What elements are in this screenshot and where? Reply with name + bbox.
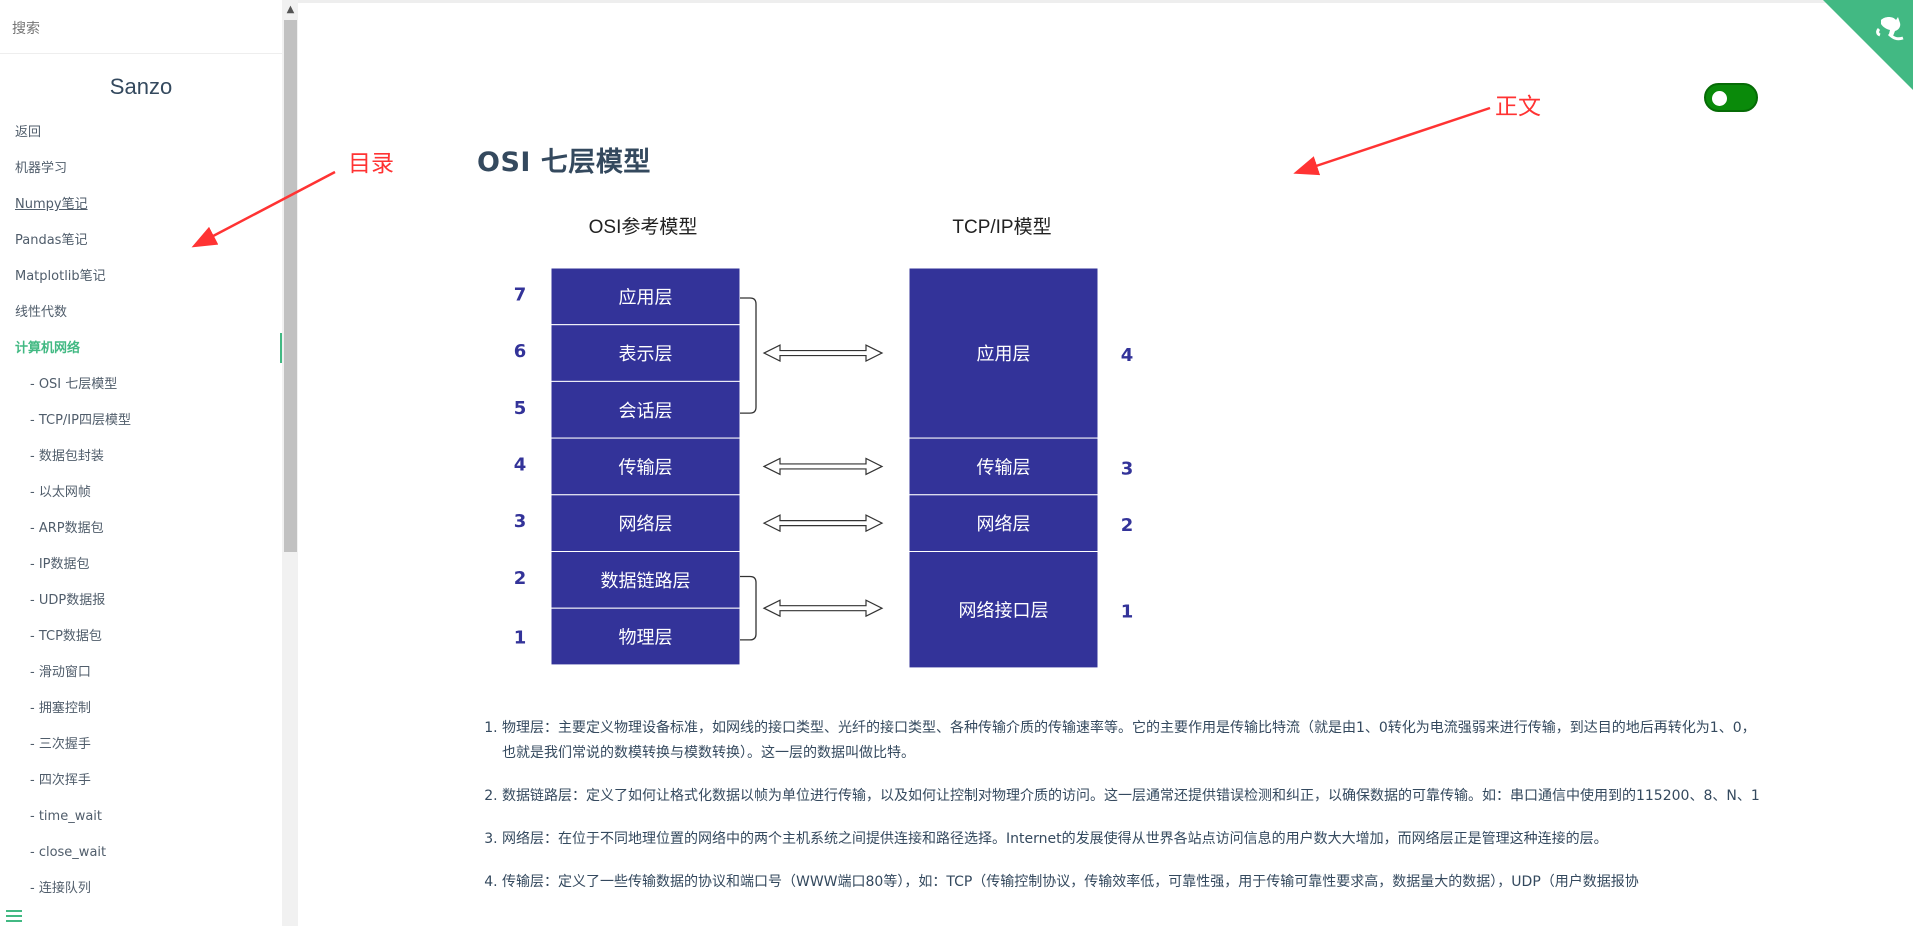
body-annotation-arrow xyxy=(1293,106,1491,176)
toc-annotation-label: 目录 xyxy=(348,151,394,177)
body-annotation-label: 正文 xyxy=(1495,94,1541,120)
annotation-overlay xyxy=(191,106,1491,248)
toc-annotation-arrow xyxy=(191,170,336,248)
